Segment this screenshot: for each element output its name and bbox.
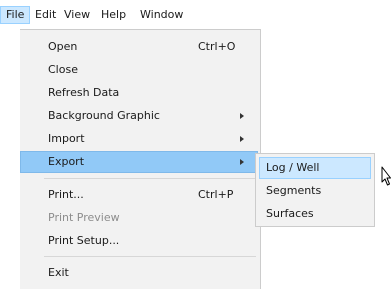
menu-view[interactable]: View — [59, 6, 95, 24]
menu-help-label: Help — [101, 8, 127, 21]
menu-item-print-setup[interactable]: Print Setup... — [20, 230, 258, 252]
submenu-arrow-icon — [240, 136, 244, 142]
menu-item-close[interactable]: Close — [20, 59, 258, 81]
menu-item-import-label: Import — [48, 132, 85, 145]
menu-item-print-label: Print... — [48, 188, 84, 201]
menu-item-export-label: Export — [48, 155, 85, 168]
menu-item-refresh-data-label: Refresh Data — [48, 86, 120, 99]
menu-edit-label: Edit — [35, 8, 57, 21]
menu-item-open[interactable]: Open Ctrl+O — [20, 36, 258, 58]
menu-item-refresh-data[interactable]: Refresh Data — [20, 82, 258, 104]
menu-item-print-preview-label: Print Preview — [48, 211, 120, 224]
submenu-arrow-icon — [240, 113, 244, 119]
menu-bar: File Edit View Help Window — [0, 0, 391, 26]
menu-separator — [44, 256, 256, 257]
application-window: File Edit View Help Window Open Ctrl+O C… — [0, 0, 391, 289]
menu-view-label: View — [64, 8, 91, 21]
menu-item-background-graphic-label: Background Graphic — [48, 109, 160, 122]
menu-item-print-preview: Print Preview — [20, 207, 258, 229]
file-menu-dropdown: Open Ctrl+O Close Refresh Data Backgroun… — [20, 29, 261, 289]
mouse-pointer-icon — [381, 166, 391, 186]
menu-item-close-label: Close — [48, 63, 78, 76]
menu-item-print[interactable]: Print... Ctrl+P — [20, 184, 258, 206]
menu-window-label: Window — [140, 8, 184, 21]
menu-item-print-setup-label: Print Setup... — [48, 234, 120, 247]
menu-file[interactable]: File — [0, 6, 31, 24]
menu-file-label: File — [6, 8, 25, 21]
menu-separator — [44, 178, 256, 179]
submenu-item-segments[interactable]: Segments — [259, 180, 371, 202]
menu-item-open-label: Open — [48, 40, 78, 53]
menu-item-open-shortcut: Ctrl+O — [198, 40, 236, 53]
menu-edit[interactable]: Edit — [30, 6, 61, 24]
export-submenu: Log / Well Segments Surfaces — [255, 153, 375, 227]
submenu-item-log-well-label: Log / Well — [266, 161, 320, 174]
submenu-item-surfaces[interactable]: Surfaces — [259, 203, 371, 225]
menu-item-export[interactable]: Export — [20, 151, 258, 173]
menu-item-exit[interactable]: Exit — [20, 262, 258, 284]
menu-window[interactable]: Window — [135, 6, 188, 24]
menu-item-background-graphic[interactable]: Background Graphic — [20, 105, 258, 127]
menu-help[interactable]: Help — [96, 6, 131, 24]
menu-item-import[interactable]: Import — [20, 128, 258, 150]
submenu-item-segments-label: Segments — [266, 184, 322, 197]
submenu-arrow-icon — [240, 159, 244, 165]
submenu-item-surfaces-label: Surfaces — [266, 207, 314, 220]
menu-item-exit-label: Exit — [48, 266, 69, 279]
submenu-item-log-well[interactable]: Log / Well — [259, 157, 371, 179]
menu-item-print-shortcut: Ctrl+P — [198, 188, 234, 201]
